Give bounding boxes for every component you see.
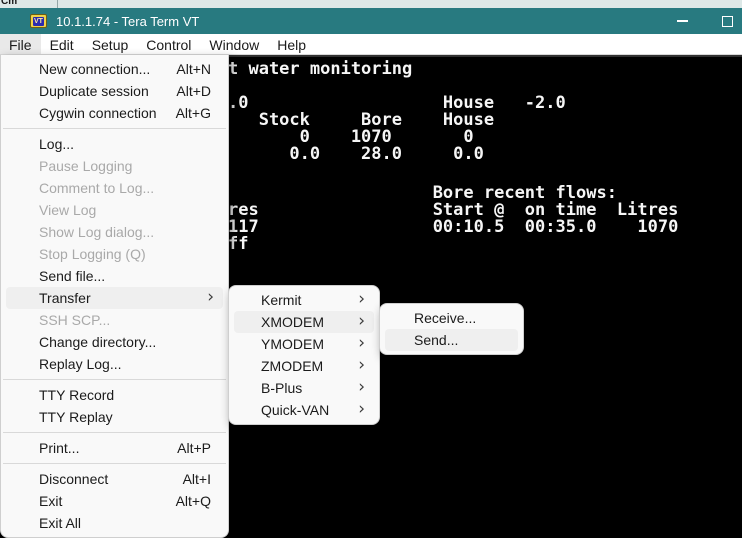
menu-item-shortcut: Alt+G: [176, 105, 211, 121]
menubar-item-setup[interactable]: Setup: [83, 34, 138, 54]
menu-item-label: Print...: [39, 440, 79, 456]
menu-item-label: YMODEM: [261, 336, 324, 352]
menu-item-label: Replay Log...: [39, 356, 122, 372]
file-menu-item-tty-record[interactable]: TTY Record: [6, 384, 223, 406]
background-window-divider: [57, 0, 58, 8]
file-menu: New connection... Alt+N Duplicate sessio…: [0, 55, 229, 538]
file-menu-item-exit[interactable]: Exit Alt+Q: [6, 490, 223, 512]
menu-item-label: Stop Logging (Q): [39, 246, 146, 262]
menu-separator: [3, 128, 226, 129]
transfer-menu-item-kermit[interactable]: Kermit ›: [234, 289, 374, 311]
menu-item-shortcut: Alt+P: [177, 440, 211, 456]
terminal-text-lower: Bore recent flows: res Start @ on time L…: [228, 185, 678, 253]
file-menu-item-duplicate-session[interactable]: Duplicate session Alt+D: [6, 80, 223, 102]
menu-item-label: Cygwin connection: [39, 105, 157, 121]
file-menu-item-log[interactable]: Log...: [6, 133, 223, 155]
submenu-chevron-icon: ›: [358, 355, 365, 375]
submenu-chevron-icon: ›: [207, 287, 214, 307]
background-window-text: Cm: [1, 0, 17, 7]
menu-item-label: Show Log dialog...: [39, 224, 154, 240]
menu-item-label: Log...: [39, 136, 74, 152]
file-menu-item-ssh-scp: SSH SCP...: [6, 309, 223, 331]
menu-item-shortcut: Alt+D: [176, 83, 211, 99]
file-menu-item-replay-log[interactable]: Replay Log...: [6, 353, 223, 375]
menu-separator: [3, 463, 226, 464]
submenu-chevron-icon: ›: [358, 333, 365, 353]
xmodem-menu-item-send[interactable]: Send...: [385, 329, 518, 351]
menu-item-label: Send...: [414, 332, 458, 348]
menu-item-label: Transfer: [39, 290, 91, 306]
maximize-icon: [722, 16, 733, 27]
file-menu-item-cygwin-connection[interactable]: Cygwin connection Alt+G: [6, 102, 223, 124]
file-menu-item-print[interactable]: Print... Alt+P: [6, 437, 223, 459]
terminal-text-upper: t water monitoring .0 House -2.0 Stock B…: [228, 61, 566, 163]
submenu-chevron-icon: ›: [358, 289, 365, 309]
menu-item-label: ZMODEM: [261, 358, 323, 374]
menu-item-label: Exit All: [39, 515, 81, 531]
menu-item-label: TTY Record: [39, 387, 114, 403]
transfer-menu-item-ymodem[interactable]: YMODEM ›: [234, 333, 374, 355]
menu-item-label: B-Plus: [261, 380, 302, 396]
menu-item-label: Kermit: [261, 292, 301, 308]
menubar: File Edit Setup Control Window Help: [0, 34, 742, 55]
menu-item-label: View Log: [39, 202, 96, 218]
menu-separator: [3, 432, 226, 433]
menu-item-shortcut: Alt+I: [183, 471, 211, 487]
menu-item-label: New connection...: [39, 61, 150, 77]
file-menu-item-transfer[interactable]: Transfer ›: [6, 287, 223, 309]
menu-item-label: Pause Logging: [39, 158, 132, 174]
file-menu-item-pause-logging: Pause Logging: [6, 155, 223, 177]
menu-item-label: Change directory...: [39, 334, 156, 350]
menu-item-label: SSH SCP...: [39, 312, 110, 328]
transfer-menu-item-b-plus[interactable]: B-Plus ›: [234, 377, 374, 399]
menu-item-label: Quick-VAN: [261, 402, 329, 418]
file-menu-item-change-directory[interactable]: Change directory...: [6, 331, 223, 353]
file-menu-item-exit-all[interactable]: Exit All: [6, 512, 223, 534]
menu-item-shortcut: Alt+N: [176, 61, 211, 77]
file-menu-item-comment-to-log: Comment to Log...: [6, 177, 223, 199]
file-menu-item-tty-replay[interactable]: TTY Replay: [6, 406, 223, 428]
transfer-menu-item-xmodem[interactable]: XMODEM ›: [234, 311, 374, 333]
maximize-button[interactable]: [712, 8, 742, 34]
background-window-strip: Cm: [0, 0, 742, 8]
transfer-menu-item-zmodem[interactable]: ZMODEM ›: [234, 355, 374, 377]
app-icon-vt-label: VT: [33, 17, 44, 26]
menu-item-label: TTY Replay: [39, 409, 113, 425]
xmodem-submenu: Receive... Send...: [379, 303, 524, 355]
menubar-item-help[interactable]: Help: [268, 34, 315, 54]
tera-term-window: Cm VT 10.1.1.74 - Tera Term VT File Edit…: [0, 0, 742, 538]
submenu-chevron-icon: ›: [358, 377, 365, 397]
menu-item-label: Comment to Log...: [39, 180, 154, 196]
file-menu-item-new-connection[interactable]: New connection... Alt+N: [6, 58, 223, 80]
window-title: 10.1.1.74 - Tera Term VT: [56, 14, 199, 29]
minimize-icon: [677, 20, 688, 22]
minimize-button[interactable]: [667, 8, 697, 34]
file-menu-item-show-log-dialog: Show Log dialog...: [6, 221, 223, 243]
menu-item-label: Receive...: [414, 310, 476, 326]
file-menu-item-send-file[interactable]: Send file...: [6, 265, 223, 287]
menubar-item-window[interactable]: Window: [200, 34, 268, 54]
menu-item-label: Send file...: [39, 268, 105, 284]
titlebar: VT 10.1.1.74 - Tera Term VT: [0, 8, 742, 34]
app-icon: VT: [30, 14, 47, 28]
menubar-item-control[interactable]: Control: [137, 34, 200, 54]
submenu-chevron-icon: ›: [358, 399, 365, 419]
menu-separator: [3, 379, 226, 380]
menu-item-label: Disconnect: [39, 471, 108, 487]
file-menu-item-disconnect[interactable]: Disconnect Alt+I: [6, 468, 223, 490]
transfer-menu-item-quick-van[interactable]: Quick-VAN ›: [234, 399, 374, 421]
menubar-item-edit[interactable]: Edit: [41, 34, 83, 54]
file-menu-item-view-log: View Log: [6, 199, 223, 221]
submenu-chevron-icon: ›: [358, 311, 365, 331]
xmodem-menu-item-receive[interactable]: Receive...: [385, 307, 518, 329]
menu-item-label: Exit: [39, 493, 62, 509]
transfer-submenu: Kermit › XMODEM › YMODEM › ZMODEM › B-Pl…: [228, 285, 380, 425]
menu-item-label: Duplicate session: [39, 83, 149, 99]
menu-item-shortcut: Alt+Q: [176, 493, 211, 509]
menu-item-label: XMODEM: [261, 314, 324, 330]
menubar-item-file[interactable]: File: [0, 34, 41, 54]
file-menu-item-stop-logging: Stop Logging (Q): [6, 243, 223, 265]
